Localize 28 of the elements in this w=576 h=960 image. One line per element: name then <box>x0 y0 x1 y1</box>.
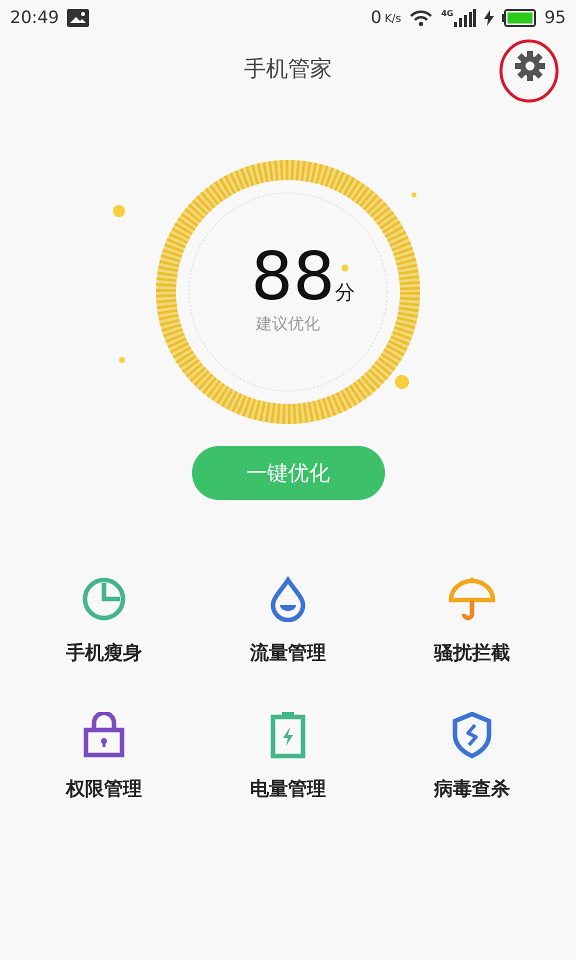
page-title: 手机管家 <box>244 56 332 84</box>
signal-icon <box>454 9 476 27</box>
charging-icon <box>484 10 494 26</box>
tool-label[interactable]: 手机瘦身 <box>66 640 142 666</box>
umbrella-icon <box>448 576 496 622</box>
speed-value: 0 <box>370 8 382 28</box>
shield-icon <box>451 711 493 759</box>
score-unit: 分 <box>334 279 355 306</box>
battery-icon <box>270 711 306 759</box>
tool-label[interactable]: 骚扰拦截 <box>434 640 510 666</box>
water-drop-icon <box>268 576 308 622</box>
pie-chart-icon <box>81 576 127 622</box>
image-icon <box>67 9 89 27</box>
speed-unit: K/s <box>384 12 402 24</box>
clock: 20:49 <box>10 8 59 28</box>
tool-label[interactable]: 病毒查杀 <box>434 776 510 802</box>
tool-label[interactable]: 电量管理 <box>250 776 326 802</box>
tool-label[interactable]: 权限管理 <box>66 776 142 802</box>
battery-percent: 95 <box>544 8 566 28</box>
score-hint: 建议优化 <box>256 314 320 335</box>
settings-icon[interactable] <box>514 50 546 82</box>
wifi-icon <box>409 9 434 27</box>
battery-status-icon <box>502 9 536 27</box>
tool-label[interactable]: 流量管理 <box>250 640 326 666</box>
network-type: 4G <box>441 9 454 18</box>
padlock-icon <box>83 712 125 758</box>
score-value: 88 <box>251 244 335 310</box>
highlight-circle <box>498 38 560 104</box>
